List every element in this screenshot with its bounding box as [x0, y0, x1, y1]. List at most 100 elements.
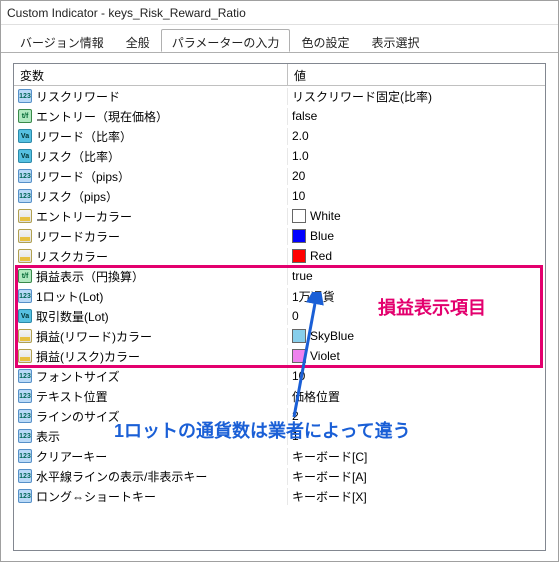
- table-row[interactable]: ラインのサイズ 2: [14, 406, 545, 426]
- table-row[interactable]: テキスト位置価格位置: [14, 386, 545, 406]
- cell-value[interactable]: 2.0: [288, 129, 545, 143]
- table-row[interactable]: リスク（比率） 1.0: [14, 146, 545, 166]
- cell-variable: ラインのサイズ: [14, 408, 288, 425]
- tf-icon: [18, 269, 32, 283]
- cell-value[interactable]: キーボード[X]: [288, 488, 545, 505]
- table-row[interactable]: 取引数量(Lot)0: [14, 306, 545, 326]
- 123-icon: [18, 389, 32, 403]
- cell-variable: リワード（pips）: [14, 168, 288, 185]
- tab-color-settings[interactable]: 色の設定: [290, 29, 360, 52]
- value-text: SkyBlue: [310, 329, 354, 343]
- cell-value[interactable]: 10: [288, 369, 545, 383]
- variable-label: リスクリワード: [36, 88, 120, 105]
- variable-label: リワードカラー: [36, 228, 120, 245]
- cell-value[interactable]: 0: [288, 309, 545, 323]
- cell-value[interactable]: false: [288, 109, 545, 123]
- variable-label: リスク（pips）: [36, 188, 118, 205]
- color-swatch: [292, 209, 306, 223]
- cell-variable: 損益(リスク)カラー: [14, 348, 288, 365]
- cell-variable: リスク（比率）: [14, 148, 288, 165]
- value-text: Red: [310, 249, 332, 263]
- table-row[interactable]: 損益表示（円換算）true: [14, 266, 545, 286]
- value-text: キーボード[C]: [292, 448, 367, 465]
- variable-label: 表示: [36, 428, 60, 445]
- cell-variable: リスクカラー: [14, 248, 288, 265]
- cell-value[interactable]: Blue: [288, 229, 545, 243]
- cell-value[interactable]: 価格位置: [288, 388, 545, 405]
- cell-value[interactable]: 1.0: [288, 149, 545, 163]
- cell-variable: テキスト位置: [14, 388, 288, 405]
- header-value[interactable]: 値: [288, 64, 545, 85]
- value-text: 1: [292, 429, 299, 443]
- 123-icon: [18, 89, 32, 103]
- clr-icon: [18, 229, 32, 243]
- table-row[interactable]: 表示 1: [14, 426, 545, 446]
- table-row[interactable]: エントリーカラー White: [14, 206, 545, 226]
- value-text: Violet: [310, 349, 340, 363]
- table-row[interactable]: 水平線ラインの表示/非表示キーキーボード[A]: [14, 466, 545, 486]
- cell-variable: エントリーカラー: [14, 208, 288, 225]
- variable-label: ロング⇔ショートキー: [36, 488, 156, 505]
- table-row[interactable]: リスク（pips） 10: [14, 186, 545, 206]
- table-row[interactable]: ロング⇔ショートキー キーボード[X]: [14, 486, 545, 506]
- cell-value[interactable]: Violet: [288, 349, 545, 363]
- rows: リスクリワード リスクリワード固定(比率) エントリー（現在価格） false リワード…: [14, 86, 545, 506]
- variable-label: リワード（比率）: [36, 128, 132, 145]
- 123-icon: [18, 449, 32, 463]
- header-variable[interactable]: 変数: [14, 64, 288, 85]
- window: Custom Indicator - keys_Risk_Reward_Rati…: [0, 0, 559, 562]
- color-swatch: [292, 329, 306, 343]
- variable-label: リワード（pips）: [36, 168, 130, 185]
- cell-value[interactable]: 10: [288, 189, 545, 203]
- cell-value[interactable]: リスクリワード固定(比率): [288, 88, 545, 105]
- table-row[interactable]: リワード（pips） 20: [14, 166, 545, 186]
- table-row[interactable]: リワードカラー Blue: [14, 226, 545, 246]
- cell-variable: 損益(リワード)カラー: [14, 328, 288, 345]
- table-row[interactable]: 損益(リスク)カラー Violet: [14, 346, 545, 366]
- variable-label: フォントサイズ: [36, 368, 120, 385]
- table-row[interactable]: リスクカラー Red: [14, 246, 545, 266]
- cell-value[interactable]: キーボード[A]: [288, 468, 545, 485]
- parameter-grid[interactable]: 変数 値 リスクリワード リスクリワード固定(比率) エントリー（現在価格） fals…: [13, 63, 546, 551]
- cell-value[interactable]: SkyBlue: [288, 329, 545, 343]
- cell-value[interactable]: 1: [288, 429, 545, 443]
- variable-label: リスク（比率）: [36, 148, 120, 165]
- variable-label: 1ロット(Lot): [36, 288, 103, 305]
- cell-variable: 1ロット(Lot): [14, 288, 288, 305]
- cell-value[interactable]: Red: [288, 249, 545, 263]
- table-row[interactable]: リワード（比率） 2.0: [14, 126, 545, 146]
- table-row[interactable]: 1ロット(Lot) 1万通貨: [14, 286, 545, 306]
- 123-icon: [18, 429, 32, 443]
- table-row[interactable]: エントリー（現在価格） false: [14, 106, 545, 126]
- cell-value[interactable]: 2: [288, 409, 545, 423]
- value-text: 10: [292, 369, 305, 383]
- tab-version-info[interactable]: バージョン情報: [9, 29, 115, 52]
- value-text: リスクリワード固定(比率): [292, 88, 432, 105]
- cell-value[interactable]: true: [288, 269, 545, 283]
- tab-parameters-input[interactable]: パラメーターの入力: [161, 29, 291, 52]
- cell-value[interactable]: キーボード[C]: [288, 448, 545, 465]
- variable-label: エントリー（現在価格）: [36, 108, 168, 125]
- variable-label: リスクカラー: [36, 248, 108, 265]
- table-row[interactable]: リスクリワード リスクリワード固定(比率): [14, 86, 545, 106]
- table-row[interactable]: クリアーキー キーボード[C]: [14, 446, 545, 466]
- table-row[interactable]: 損益(リワード)カラー SkyBlue: [14, 326, 545, 346]
- variable-label: クリアーキー: [36, 448, 107, 465]
- tab-display-select[interactable]: 表示選択: [360, 29, 430, 52]
- value-text: White: [310, 209, 341, 223]
- cell-value[interactable]: 20: [288, 169, 545, 183]
- 123-icon: [18, 469, 32, 483]
- 123-icon: [18, 489, 32, 503]
- value-text: 2: [292, 409, 299, 423]
- tab-general[interactable]: 全般: [115, 29, 161, 52]
- variable-label: 損益(リスク)カラー: [36, 348, 140, 365]
- cell-value[interactable]: White: [288, 209, 545, 223]
- value-text: true: [292, 269, 313, 283]
- table-row[interactable]: フォントサイズ 10: [14, 366, 545, 386]
- value-text: 2.0: [292, 129, 309, 143]
- va-icon: [18, 129, 32, 143]
- 123-icon: [18, 409, 32, 423]
- cell-value[interactable]: 1万通貨: [288, 288, 545, 305]
- value-text: キーボード[A]: [292, 468, 367, 485]
- cell-variable: リワードカラー: [14, 228, 288, 245]
